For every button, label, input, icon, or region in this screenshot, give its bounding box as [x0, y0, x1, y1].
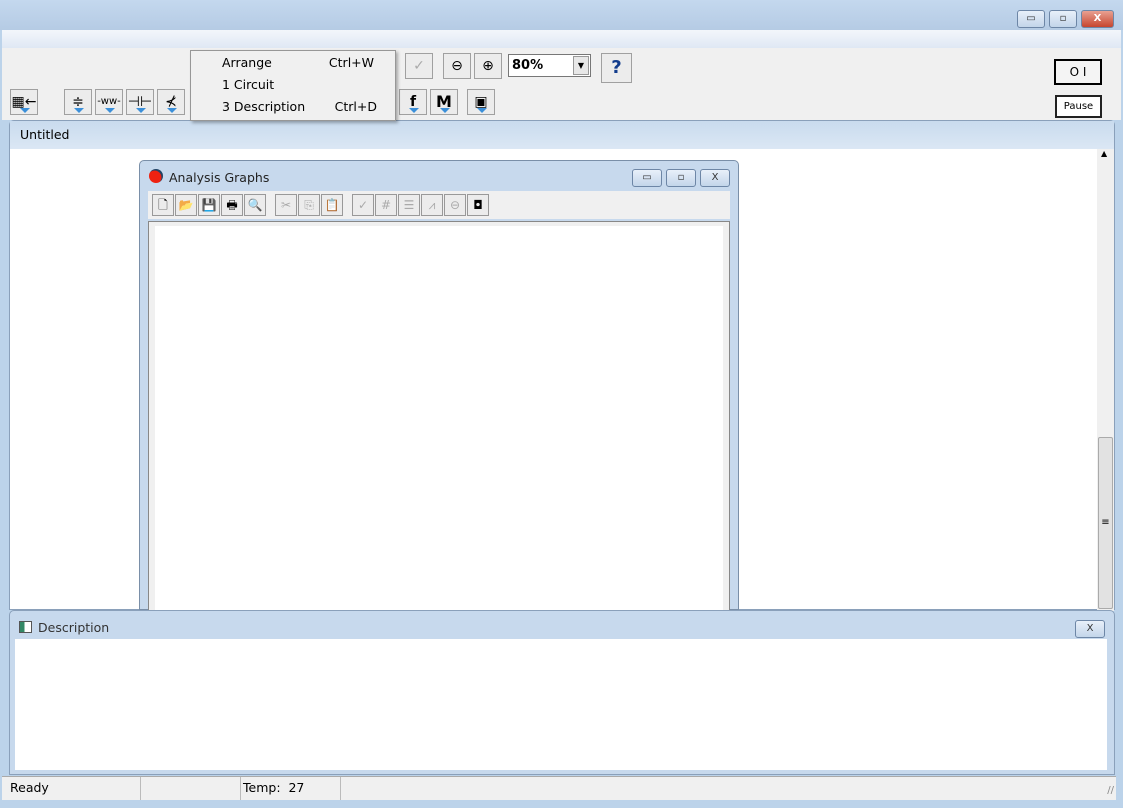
- ag-minimize-button[interactable]: ▭: [632, 169, 662, 187]
- analysis-check-icon[interactable]: ✓: [405, 53, 433, 79]
- resize-grip-icon[interactable]: //: [1107, 785, 1114, 796]
- legend-icon[interactable]: ☰: [398, 194, 420, 216]
- temp-label: Temp:: [243, 780, 281, 795]
- resistor-icon[interactable]: -ww-: [95, 89, 123, 115]
- open-icon[interactable]: 📂: [175, 194, 197, 216]
- power-switch[interactable]: O I: [1054, 59, 1102, 85]
- window-menu-popup: Arrange Ctrl+W 1 Circuit 3 Description Ctr…: [190, 50, 396, 121]
- description-close-button[interactable]: X: [1075, 620, 1105, 638]
- status-ready: Ready: [2, 777, 141, 800]
- description-title: Description: [38, 620, 110, 635]
- menu-item-label: 1 Circuit: [222, 77, 275, 92]
- scroll-up-icon[interactable]: ▲: [1101, 149, 1107, 158]
- vertical-scrollbar[interactable]: ▲ ≡: [1097, 149, 1114, 611]
- title-bar: ▭ ▫ X: [0, 0, 1123, 30]
- menu-item-shortcut: Ctrl+W: [328, 55, 374, 70]
- zoom-in-icon[interactable]: ⊕: [474, 53, 502, 79]
- meter-icon[interactable]: M: [430, 89, 458, 115]
- circuit-window-title: Untitled: [10, 121, 1114, 149]
- description-window: Description X: [9, 610, 1115, 775]
- ag-maximize-button[interactable]: ▫: [666, 169, 696, 187]
- function-icon[interactable]: f: [399, 89, 427, 115]
- close-button[interactable]: X: [1081, 10, 1114, 28]
- transistor-icon[interactable]: ⊀: [157, 89, 185, 115]
- menu-item-circuit[interactable]: 1 Circuit: [222, 75, 392, 95]
- cut-icon[interactable]: ✂: [275, 194, 297, 216]
- cursors-icon[interactable]: ⩘: [421, 194, 443, 216]
- copy-icon[interactable]: ⎘: [298, 194, 320, 216]
- graph-area: [148, 221, 730, 611]
- status-bar: Ready Temp: 27 //: [2, 776, 1116, 800]
- sources-icon[interactable]: ≑: [64, 89, 92, 115]
- print-icon[interactable]: 🖶: [221, 194, 243, 216]
- instrument-icon[interactable]: ▣: [467, 89, 495, 115]
- menu-item-shortcut: Ctrl+D: [334, 99, 377, 114]
- menu-item-description[interactable]: 3 Description Ctrl+D: [222, 97, 392, 117]
- parts-bin-icon[interactable]: ▦←: [10, 89, 38, 115]
- description-text-area[interactable]: [15, 639, 1107, 770]
- temp-value: 27: [288, 780, 305, 795]
- menu-item-label: Arrange: [222, 55, 272, 70]
- zoom-out-icon[interactable]: ⊖: [443, 53, 471, 79]
- menu-item-arrange[interactable]: Arrange Ctrl+W: [222, 53, 392, 73]
- toolbar: ▦← ≑ -ww- ⊣⊢ ⊀ ✓ ⊖ ⊕ 80% ▼ ? f M ▣ O I P…: [2, 48, 1121, 120]
- grid-icon[interactable]: #: [375, 194, 397, 216]
- description-icon: [19, 621, 32, 633]
- pause-button[interactable]: Pause: [1055, 95, 1102, 118]
- paste-icon[interactable]: 📋: [321, 194, 343, 216]
- menu-bar: [2, 30, 1121, 48]
- diode-icon[interactable]: ⊣⊢: [126, 89, 154, 115]
- analysis-graphs-toolbar: 🗋 📂 💾 🖶 🔍 ✂ ⎘ 📋 ✓ # ☰ ⩘ ⊖ ◘: [148, 191, 730, 219]
- toggle-background-icon[interactable]: ◘: [467, 194, 489, 216]
- ag-close-button[interactable]: X: [700, 169, 730, 187]
- analysis-graphs-title: Analysis Graphs: [169, 170, 270, 185]
- zoom-select[interactable]: 80% ▼: [508, 54, 591, 77]
- save-icon[interactable]: 💾: [198, 194, 220, 216]
- zoom-value: 80%: [512, 58, 544, 73]
- status-empty: [141, 777, 241, 800]
- new-icon[interactable]: 🗋: [152, 194, 174, 216]
- select-icon[interactable]: ✓: [352, 194, 374, 216]
- menu-item-label: 3 Description: [222, 99, 306, 114]
- scroll-thumb[interactable]: ≡: [1098, 437, 1113, 609]
- maximize-button[interactable]: ▫: [1049, 10, 1077, 28]
- chevron-down-icon[interactable]: ▼: [573, 56, 589, 75]
- analysis-graphs-app-icon: [149, 169, 163, 183]
- minimize-button[interactable]: ▭: [1017, 10, 1045, 28]
- print-preview-icon[interactable]: 🔍: [244, 194, 266, 216]
- zoom-icon[interactable]: ⊖: [444, 194, 466, 216]
- analysis-graphs-window: Analysis Graphs ▭ ▫ X 🗋 📂 💾 🖶 🔍 ✂ ⎘ 📋 ✓ …: [139, 160, 739, 611]
- status-temp: Temp: 27: [241, 777, 341, 800]
- help-button[interactable]: ?: [601, 53, 632, 83]
- graph-canvas: [155, 226, 723, 610]
